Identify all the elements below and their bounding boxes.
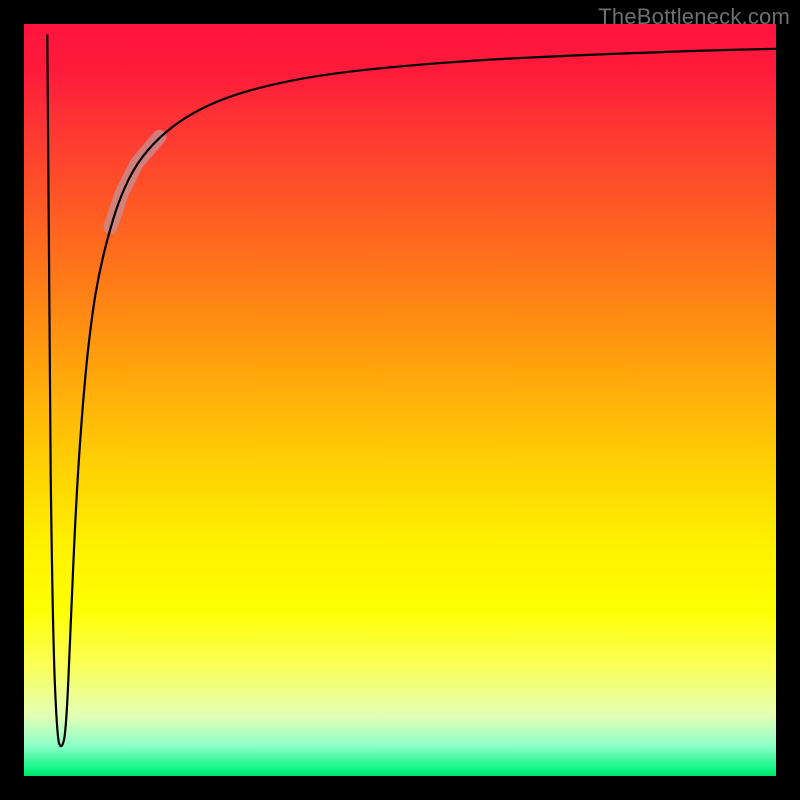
chart-container: TheBottleneck.com: [0, 0, 800, 800]
bottleneck-curve: [47, 35, 776, 746]
attribution-text: TheBottleneck.com: [598, 4, 790, 30]
curve-highlight-segment: [111, 137, 160, 227]
curve-layer: [24, 24, 776, 776]
plot-area: [24, 24, 776, 776]
